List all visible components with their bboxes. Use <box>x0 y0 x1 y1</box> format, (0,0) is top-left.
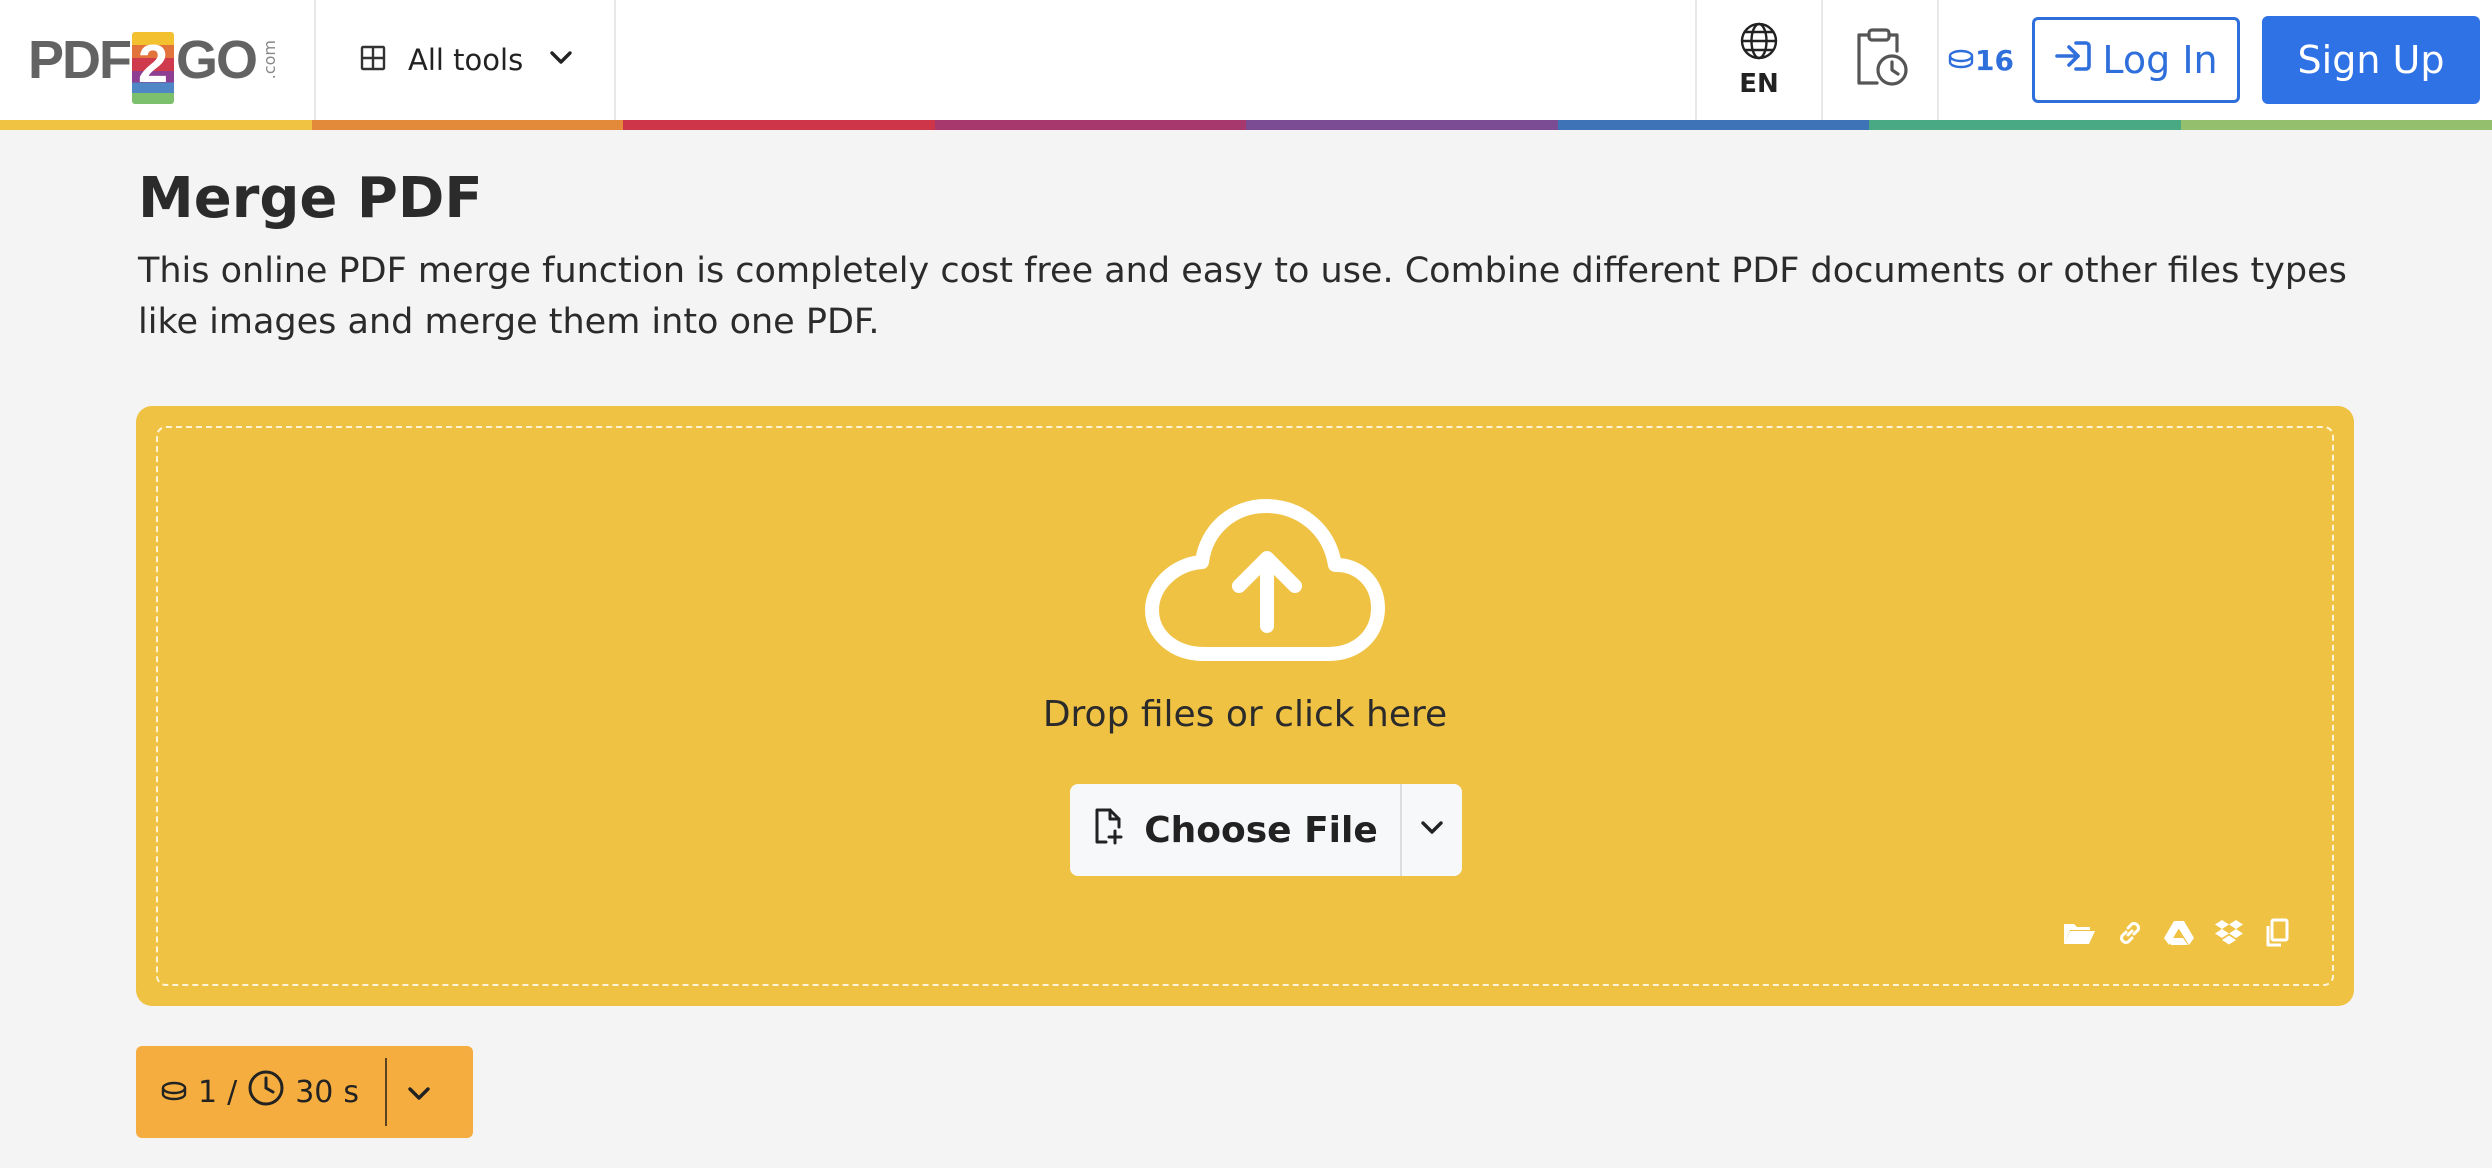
logo-number: 2 <box>132 32 174 104</box>
cost-time: 30 <box>295 1074 334 1110</box>
logo-suffix: .com <box>260 40 280 80</box>
google-drive-icon[interactable] <box>2164 920 2194 946</box>
dropzone-inner[interactable]: Drop files or click here Choose File <box>156 426 2334 986</box>
cost-dropdown-button[interactable] <box>387 1075 451 1110</box>
coins-icon <box>1947 44 1975 77</box>
chevron-down-icon <box>407 1075 431 1110</box>
folder-icon[interactable] <box>2062 920 2096 946</box>
drop-prompt: Drop files or click here <box>1042 694 1448 735</box>
clipboard-icon[interactable] <box>2264 918 2290 948</box>
login-label: Log In <box>2102 38 2218 82</box>
all-tools-menu[interactable]: All tools <box>316 0 616 120</box>
dropbox-icon[interactable] <box>2214 919 2244 947</box>
rainbow-segment <box>0 120 312 130</box>
grid-icon <box>360 45 386 75</box>
cloud-upload-icon <box>1142 498 1392 672</box>
logo-text-left: PDF <box>28 30 132 90</box>
choose-file-button[interactable]: Choose File <box>1070 784 1402 876</box>
top-navbar: PDF 2 GO .com All tools EN 16 Log In Sig… <box>0 0 2492 120</box>
pdf2go-logo[interactable]: PDF 2 GO .com <box>0 0 316 120</box>
page-title: Merge PDF <box>138 166 483 231</box>
page-description: This online PDF merge function is comple… <box>138 251 2347 342</box>
link-icon[interactable] <box>2116 919 2144 947</box>
sign-in-icon <box>2054 38 2092 82</box>
rainbow-segment <box>2180 120 2492 130</box>
rainbow-segment <box>311 120 623 130</box>
rainbow-divider <box>0 120 2492 130</box>
rainbow-segment <box>1557 120 1869 130</box>
login-button[interactable]: Log In <box>2032 17 2240 103</box>
history-button[interactable] <box>1821 0 1940 120</box>
language-selector[interactable]: EN <box>1695 0 1821 120</box>
header-spacer <box>616 0 1695 120</box>
rainbow-segment <box>1869 120 2181 130</box>
language-code: EN <box>1739 69 1779 99</box>
all-tools-label: All tools <box>408 43 524 77</box>
coins-icon <box>160 1075 188 1110</box>
signup-label: Sign Up <box>2297 38 2445 82</box>
cost-credits: 1 <box>198 1074 218 1110</box>
choose-file-control: Choose File <box>1070 784 1462 876</box>
cost-info: 1 / 30 s <box>160 1069 359 1115</box>
rainbow-segment <box>623 120 935 130</box>
signup-button[interactable]: Sign Up <box>2262 16 2480 104</box>
clock-icon <box>247 1069 285 1115</box>
clipboard-clock-icon <box>1851 27 1909 93</box>
upload-source-icons <box>2062 918 2290 948</box>
credits-indicator[interactable]: 16 <box>1939 0 2032 120</box>
globe-icon <box>1739 21 1779 65</box>
upload-dropzone[interactable]: Drop files or click here Choose File <box>136 406 2354 1006</box>
choose-file-dropdown[interactable] <box>1402 784 1462 876</box>
logo-text-right: GO <box>176 30 258 90</box>
cost-separator: / <box>227 1074 238 1110</box>
chevron-down-icon <box>549 50 573 70</box>
chevron-down-icon <box>1420 820 1444 840</box>
rainbow-segment <box>934 120 1246 130</box>
conversion-cost-box: 1 / 30 s <box>136 1046 473 1138</box>
rainbow-segment <box>1246 120 1558 130</box>
credits-count: 16 <box>1975 43 2014 77</box>
choose-file-label: Choose File <box>1144 809 1378 851</box>
file-plus-icon <box>1092 807 1124 854</box>
cost-time-unit: s <box>343 1074 360 1110</box>
